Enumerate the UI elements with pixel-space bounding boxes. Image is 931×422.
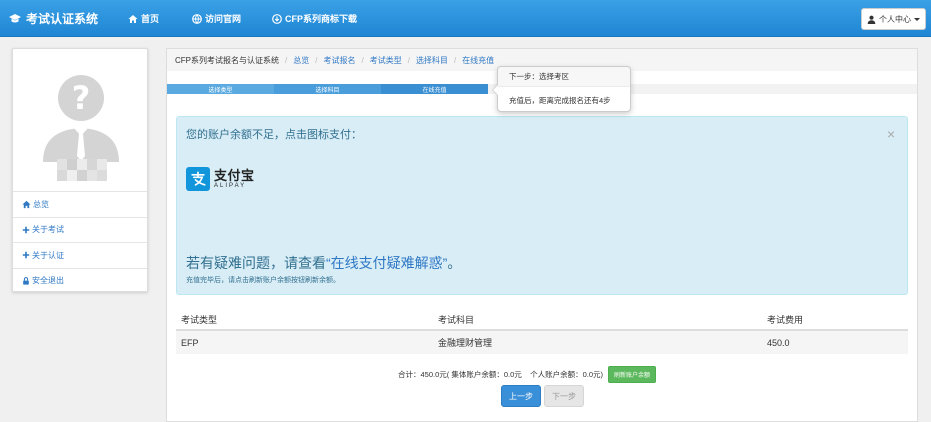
next-step-button[interactable]: 下一步 xyxy=(544,385,584,407)
sidebar-item-label: 总览 xyxy=(33,199,49,209)
alipay-name-en: ALIPAY xyxy=(214,182,247,189)
nav-home-label: 首页 xyxy=(141,14,160,24)
payment-summary: 合计：450.0元( 集体账户余额：0.0元 个人账户余额：0.0元) 刷新账户… xyxy=(398,366,657,383)
home-icon xyxy=(22,200,31,208)
top-navbar: 考试认证系统 首页 访问官网 CFP系列商标下载 个人中心 xyxy=(0,0,931,37)
progress-step-online-recharge: 在线充值 xyxy=(381,84,488,94)
summary-text: 合计：450.0元( 集体账户余额：0.0元 个人账户余额：0.0元) xyxy=(398,370,604,379)
chevron-down-icon xyxy=(914,17,920,21)
breadcrumb-separator: / xyxy=(315,55,318,65)
refresh-balance-button[interactable]: 刷新账户余额 xyxy=(608,366,657,383)
download-circle-icon xyxy=(272,13,282,24)
progress-step-select-type: 选择类型 xyxy=(167,84,274,94)
breadcrumb-separator: / xyxy=(285,55,288,65)
avatar: ? xyxy=(43,75,119,162)
payment-faq-link[interactable]: “在线支付疑难解惑” xyxy=(326,255,447,271)
help-suffix: 。 xyxy=(447,255,462,271)
plus-icon xyxy=(22,252,30,259)
breadcrumb-separator: / xyxy=(361,55,364,65)
popover-body: 充值后，距离完成报名还有4步 xyxy=(509,96,611,105)
sidebar-item-label: 安全退出 xyxy=(32,276,64,286)
svg-text:?: ? xyxy=(72,79,91,117)
fee-table: 考试类型 考试科目 考试费用 EFP 金融理财管理 450.0 xyxy=(176,309,908,354)
alipay-icon xyxy=(186,167,210,191)
nav-trademark-download[interactable]: CFP系列商标下载 xyxy=(272,12,357,25)
sidebar-item-about-exam[interactable]: 关于考试 xyxy=(13,216,147,243)
breadcrumb-select-subject[interactable]: 选择科目 xyxy=(416,55,448,66)
nav-home[interactable]: 首页 xyxy=(128,12,159,25)
column-header-exam-type: 考试类型 xyxy=(181,314,218,325)
alipay-payment-button[interactable]: 支付宝 ALIPAY xyxy=(186,167,255,191)
breadcrumb-separator: / xyxy=(407,55,410,65)
previous-step-button[interactable]: 上一步 xyxy=(501,385,541,407)
breadcrumb-overview[interactable]: 总览 xyxy=(293,55,309,66)
sidebar-item-logout[interactable]: 安全退出 xyxy=(13,267,147,294)
app-brand[interactable]: 考试认证系统 xyxy=(8,10,98,27)
nav-official-site[interactable]: 访问官网 xyxy=(192,12,241,25)
column-header-exam-fee: 考试费用 xyxy=(767,314,804,325)
breadcrumb-online-recharge[interactable]: 在线充值 xyxy=(462,55,494,66)
globe-icon xyxy=(192,13,202,24)
cell-exam-subject: 金融理财管理 xyxy=(438,338,493,348)
refresh-note: 充值完毕后，请点击刷新账户余额按钮刷新余额。 xyxy=(186,277,340,284)
alert-title: 您的账户余额不足，点击图标支付： xyxy=(186,129,362,141)
help-prefix: 若有疑难问题，请查看 xyxy=(186,255,326,271)
sidebar-item-label: 关于认证 xyxy=(32,250,64,260)
popover-arrow xyxy=(492,84,498,96)
table-header: 考试类型 考试科目 考试费用 xyxy=(176,309,908,331)
home-icon xyxy=(128,14,138,23)
cell-exam-fee: 450.0 xyxy=(767,337,790,348)
popover-title: 下一步：选择考区 xyxy=(498,67,630,87)
progress-step-select-subject: 选择科目 xyxy=(274,84,381,94)
breadcrumb-separator: / xyxy=(453,55,457,65)
cell-exam-type: EFP xyxy=(181,337,199,348)
breadcrumb-root: CFP系列考试报名与认证系统 xyxy=(175,55,279,65)
nav-trademark-download-label: CFP系列商标下载 xyxy=(285,14,358,24)
breadcrumb-exam-type[interactable]: 考试类型 xyxy=(370,55,402,66)
plus-icon xyxy=(22,226,30,233)
sidebar: ? 总览 关于考试 关于认证 安全退出 xyxy=(12,48,148,292)
user-center-label: 个人中心 xyxy=(879,14,911,24)
sidebar-item-overview[interactable]: 总览 xyxy=(13,191,147,217)
column-header-exam-subject: 考试科目 xyxy=(438,314,475,325)
alipay-name-cn: 支付宝 xyxy=(214,167,255,183)
balance-alert: 您的账户余额不足，点击图标支付： × 支付宝 ALIPAY 若有疑难问题，请查看… xyxy=(176,116,908,295)
user-name-blurred xyxy=(57,159,107,181)
nav-official-site-label: 访问官网 xyxy=(205,14,242,24)
app-title: 考试认证系统 xyxy=(26,12,99,26)
alipay-glyph-icon xyxy=(191,171,206,186)
lock-icon xyxy=(23,276,29,285)
help-line: 若有疑难问题，请查看“在线支付疑难解惑”。 xyxy=(186,253,461,273)
breadcrumb-registration[interactable]: 考试报名 xyxy=(323,55,355,66)
sidebar-menu: 总览 关于考试 关于认证 安全退出 xyxy=(13,191,147,293)
graduation-cap-icon xyxy=(9,13,21,22)
sidebar-item-about-certification[interactable]: 关于认证 xyxy=(13,242,147,268)
next-step-popover: 下一步：选择考区 充值后，距离完成报名还有4步 xyxy=(492,66,631,112)
close-icon[interactable]: × xyxy=(887,126,895,142)
user-center-dropdown[interactable]: 个人中心 xyxy=(861,8,926,30)
table-row: EFP 金融理财管理 450.0 xyxy=(176,331,908,354)
sidebar-item-label: 关于考试 xyxy=(32,225,64,235)
alipay-wordmark: 支付宝 ALIPAY xyxy=(214,167,255,190)
user-icon xyxy=(867,15,876,24)
